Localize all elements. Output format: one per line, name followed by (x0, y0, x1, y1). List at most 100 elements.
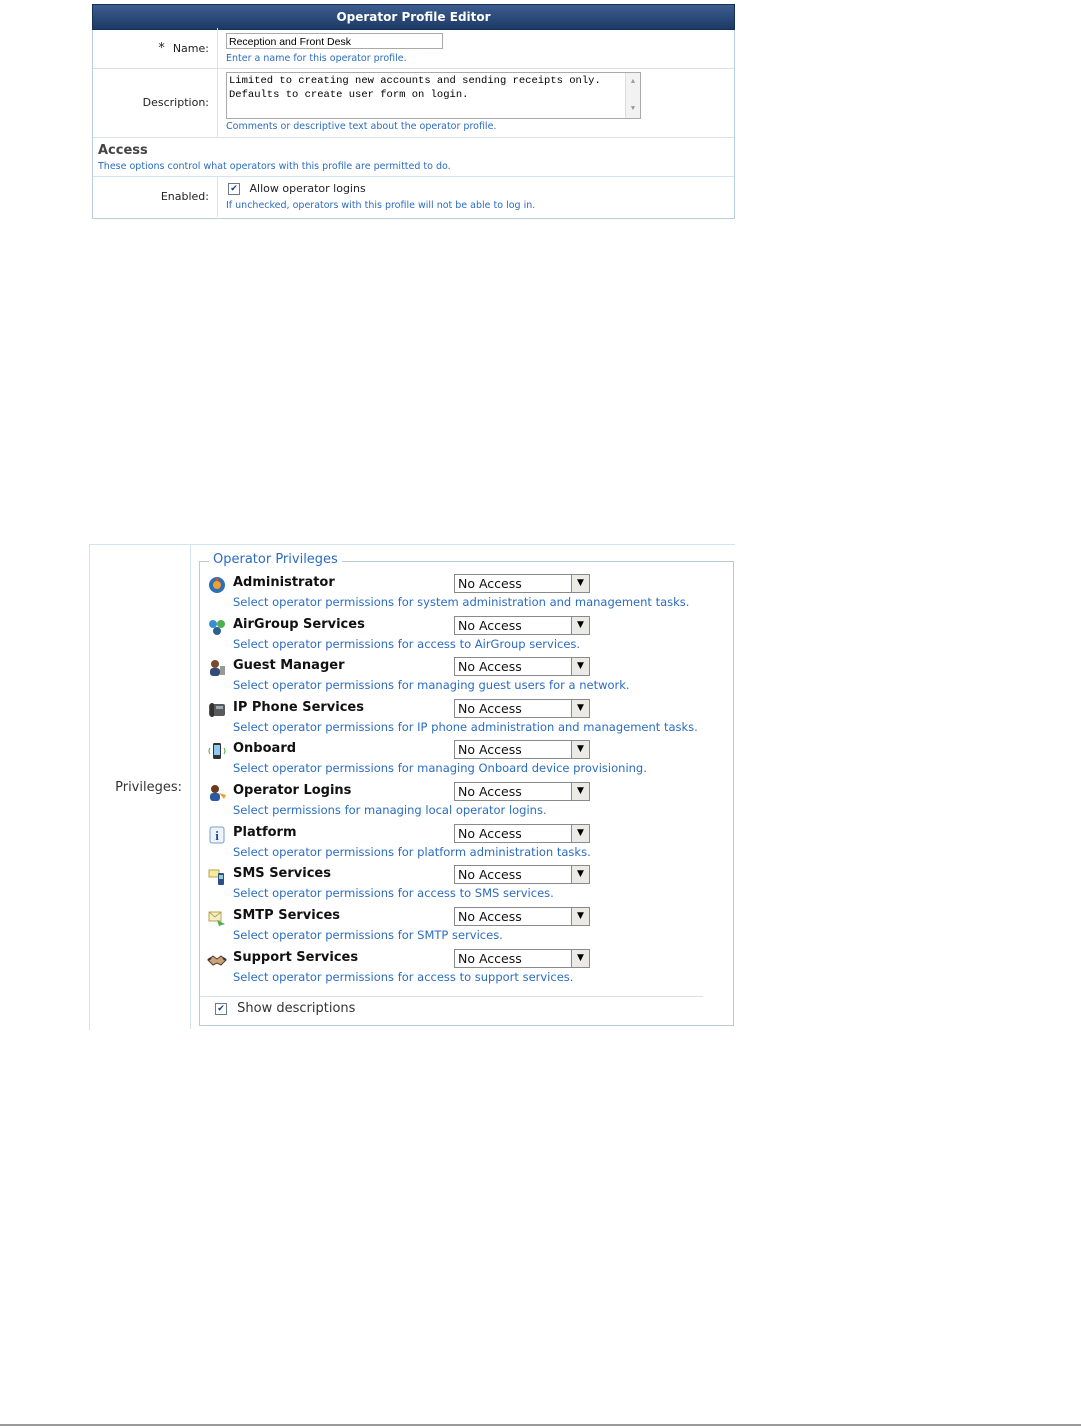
privilege-description: Select operator permissions for managing… (233, 761, 647, 775)
privilege-description: Select operator permissions for access t… (233, 886, 554, 900)
operator-privileges-legend: Operator Privileges (209, 552, 342, 567)
chevron-down-icon[interactable]: ▼ (571, 658, 589, 675)
select-value: No Access (458, 951, 522, 966)
select-value: No Access (458, 701, 522, 716)
select-value: No Access (458, 826, 522, 841)
select-value: No Access (458, 909, 522, 924)
chevron-down-icon[interactable]: ▼ (571, 950, 589, 967)
privilege-name: IP Phone Services (233, 700, 364, 715)
onboard-phone-icon (206, 740, 228, 762)
description-hint: Comments or descriptive text about the o… (226, 121, 497, 132)
enabled-label: Enabled: (160, 190, 209, 203)
chevron-down-icon[interactable]: ▼ (571, 741, 589, 758)
description-row: Description: Limited to creating new acc… (93, 68, 734, 138)
chevron-down-icon[interactable]: ▼ (571, 908, 589, 925)
privilege-row-guest-manager: Guest Manager No Access ▼ Select operato… (206, 654, 716, 695)
allow-logins-control[interactable]: ✔ Allow operator logins (228, 182, 366, 195)
chevron-down-icon[interactable]: ▼ (571, 575, 589, 592)
privilege-name: Guest Manager (233, 658, 345, 673)
name-hint: Enter a name for this operator profile. (226, 53, 407, 64)
description-textarea[interactable]: Limited to creating new accounts and sen… (226, 72, 641, 119)
privilege-select-sms[interactable]: No Access ▼ (454, 865, 590, 884)
select-value: No Access (458, 742, 522, 757)
privilege-select-smtp[interactable]: No Access ▼ (454, 907, 590, 926)
privilege-description: Select operator permissions for system a… (233, 595, 690, 609)
operator-logins-icon (206, 782, 228, 804)
privilege-description: Select operator permissions for access t… (233, 637, 581, 651)
privilege-name: Operator Logins (233, 783, 352, 798)
description-text: Limited to creating new accounts and sen… (229, 75, 601, 101)
platform-info-icon: i (206, 824, 228, 846)
select-value: No Access (458, 618, 522, 633)
privilege-name: Administrator (233, 575, 335, 590)
chevron-down-icon[interactable]: ▼ (571, 617, 589, 634)
sms-icon (206, 865, 228, 887)
privilege-row-sms: SMS Services No Access ▼ Select operator… (206, 862, 716, 903)
privilege-select-operator-logins[interactable]: No Access ▼ (454, 782, 590, 801)
required-mark: * (158, 40, 165, 56)
chevron-down-icon[interactable]: ▼ (571, 825, 589, 842)
chevron-down-icon[interactable]: ▼ (571, 783, 589, 800)
show-descriptions-label[interactable]: Show descriptions (237, 1001, 355, 1016)
privileges-label: Privileges: (90, 545, 191, 1029)
privilege-row-administrator: Administrator No Access ▼ Select operato… (206, 571, 716, 612)
privilege-description: Select operator permissions for SMTP ser… (233, 928, 503, 942)
name-input[interactable]: Reception and Front Desk (226, 33, 443, 49)
privilege-name: AirGroup Services (233, 617, 365, 632)
allow-logins-checkbox[interactable]: ✔ (228, 183, 240, 195)
enabled-field-cell: ✔ Allow operator logins If unchecked, op… (226, 176, 734, 217)
select-value: No Access (458, 576, 522, 591)
privilege-description: Select permissions for managing local op… (233, 803, 547, 817)
name-label-cell: * Name: (93, 28, 218, 68)
privilege-row-airgroup: AirGroup Services No Access ▼ Select ope… (206, 613, 716, 654)
privilege-select-ip-phone[interactable]: No Access ▼ (454, 699, 590, 718)
privilege-select-airgroup[interactable]: No Access ▼ (454, 616, 590, 635)
privilege-description: Select operator permissions for IP phone… (233, 720, 698, 734)
privilege-row-platform: i Platform No Access ▼ Select operator p… (206, 821, 716, 862)
privilege-row-ip-phone: IP Phone Services No Access ▼ Select ope… (206, 696, 716, 737)
scroll-down-icon[interactable]: ▼ (626, 102, 640, 116)
privilege-select-support[interactable]: No Access ▼ (454, 949, 590, 968)
privilege-row-smtp: SMTP Services No Access ▼ Select operato… (206, 904, 716, 945)
enabled-label-cell: Enabled: (93, 176, 218, 217)
select-value: No Access (458, 867, 522, 882)
operator-privileges-group: Operator Privileges Administrator No Acc… (199, 552, 734, 1026)
privilege-row-onboard: Onboard No Access ▼ Select operator perm… (206, 737, 716, 778)
allow-logins-label[interactable]: Allow operator logins (250, 182, 366, 195)
show-descriptions-checkbox[interactable]: ✔ (215, 1002, 227, 1015)
privilege-select-onboard[interactable]: No Access ▼ (454, 740, 590, 759)
access-heading: Access (98, 143, 148, 158)
page-bottom-rule (0, 1424, 1081, 1426)
enabled-hint: If unchecked, operators with this profil… (226, 200, 536, 211)
name-label: Name: (172, 41, 209, 55)
select-value: No Access (458, 784, 522, 799)
privileges-panel: Privileges: Operator Privileges Administ… (89, 544, 735, 1030)
privilege-name: SMTP Services (233, 908, 341, 923)
scroll-up-icon[interactable]: ▲ (626, 75, 640, 89)
name-field-cell: Reception and Front Desk Enter a name fo… (226, 28, 734, 68)
guest-manager-icon (206, 657, 228, 679)
privilege-row-support: Support Services No Access ▼ Select oper… (206, 946, 716, 987)
description-label-cell: Description: (93, 68, 218, 137)
privilege-select-guest-manager[interactable]: No Access ▼ (454, 657, 590, 676)
privilege-row-operator-logins: Operator Logins No Access ▼ Select permi… (206, 779, 716, 820)
chevron-down-icon[interactable]: ▼ (571, 866, 589, 883)
privilege-name: Onboard (233, 741, 297, 756)
description-scrollbar[interactable]: ▲ ▼ (625, 73, 640, 118)
access-section: Access These options control what operat… (93, 137, 734, 177)
airgroup-icon (206, 616, 228, 638)
svg-text:i: i (215, 828, 219, 843)
privilege-select-administrator[interactable]: No Access ▼ (454, 574, 590, 593)
access-hint: These options control what operators wit… (98, 161, 451, 172)
name-row: * Name: Reception and Front Desk Enter a… (93, 28, 734, 69)
privilege-description: Select operator permissions for access t… (233, 970, 574, 984)
smtp-icon (206, 907, 228, 929)
chevron-down-icon[interactable]: ▼ (571, 700, 589, 717)
privilege-description: Select operator permissions for managing… (233, 678, 630, 692)
privilege-select-platform[interactable]: No Access ▼ (454, 824, 590, 843)
description-label: Description: (142, 96, 209, 109)
show-descriptions-control[interactable]: ✔ Show descriptions (200, 996, 703, 1016)
administrator-icon (206, 574, 228, 596)
operator-profile-editor: Operator Profile Editor * Name: Receptio… (92, 4, 735, 219)
privilege-name: Support Services (233, 950, 359, 965)
